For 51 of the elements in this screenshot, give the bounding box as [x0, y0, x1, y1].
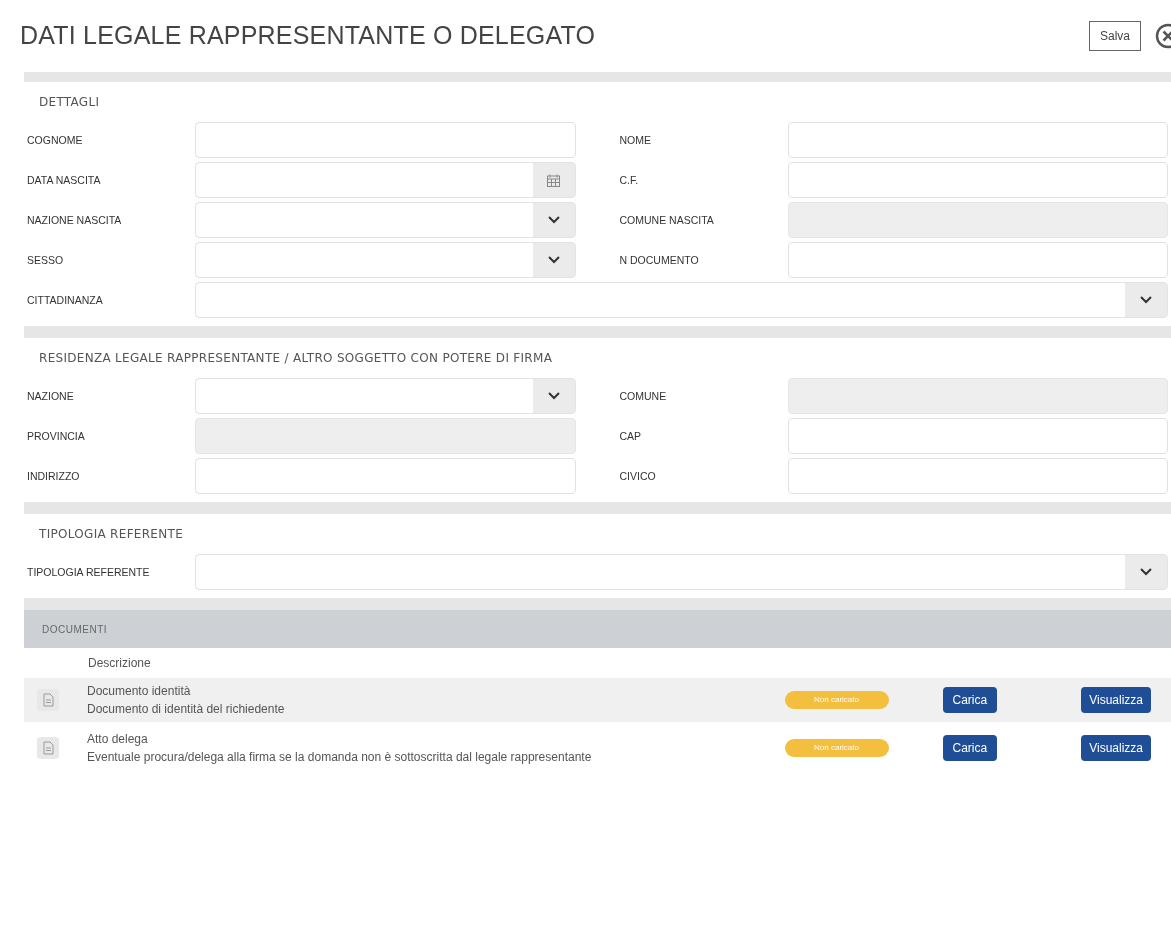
field-label: DATA NASCITA	[27, 172, 102, 188]
field-label: NAZIONE	[27, 388, 75, 404]
field-label: NAZIONE NASCITA	[27, 212, 123, 228]
chevron-down-icon	[1140, 296, 1152, 304]
text-field[interactable]	[195, 458, 576, 494]
page-title: DATI LEGALE RAPPRESENTANTE O DELEGATO	[20, 20, 596, 52]
status-badge: Non caricato	[784, 739, 889, 757]
field-label: C.F.	[619, 172, 640, 188]
chevron-down-icon	[547, 392, 560, 400]
select-field[interactable]	[195, 282, 1168, 318]
status-badge: Non caricato	[784, 691, 889, 709]
text-field[interactable]	[787, 162, 1168, 198]
field-label: N DOCUMENTO	[619, 252, 700, 268]
text-field[interactable]	[195, 122, 576, 158]
field-label: NOME	[619, 132, 652, 148]
section-header: DOCUMENTI	[24, 610, 1171, 648]
select-field[interactable]	[195, 202, 576, 238]
select-field[interactable]	[195, 378, 576, 414]
column-header: Descrizione	[87, 655, 152, 672]
field-label: PROVINCIA	[27, 428, 86, 444]
field-label: CITTADINANZA	[27, 292, 104, 308]
document-icon	[37, 737, 59, 759]
text-field[interactable]	[787, 242, 1168, 278]
text-field[interactable]	[787, 458, 1168, 494]
upload-button[interactable]: Carica	[942, 687, 998, 713]
field-label: CIVICO	[619, 468, 657, 484]
view-button[interactable]: Visualizza	[1081, 687, 1151, 713]
field-label: TIPOLOGIA REFERENTE	[27, 564, 151, 580]
field-label: SESSO	[27, 252, 65, 268]
calendar-icon	[547, 173, 560, 187]
field-label: INDIRIZZO	[27, 468, 81, 484]
document-icon	[37, 689, 59, 711]
field-label: CAP	[619, 428, 643, 444]
view-button[interactable]: Visualizza	[1081, 735, 1151, 761]
field-label: COMUNE	[619, 388, 668, 404]
select-field[interactable]	[195, 554, 1168, 590]
document-description: Eventuale procura/delega alla firma se la domanda non è sottoscritta dal legale rappresentante	[87, 749, 593, 766]
text-field[interactable]	[787, 122, 1168, 158]
text-field[interactable]	[787, 418, 1168, 454]
document-name: Atto delega	[87, 731, 149, 748]
document-description: Documento di identità del richiedente	[87, 701, 286, 718]
document-name: Documento identità	[87, 683, 192, 700]
upload-button[interactable]: Carica	[942, 735, 998, 761]
select-field[interactable]	[195, 242, 576, 278]
date-field[interactable]	[195, 162, 576, 198]
field-label: COMUNE NASCITA	[619, 212, 715, 228]
save-button[interactable]: Salva	[1088, 21, 1141, 51]
chevron-down-icon	[547, 216, 560, 224]
chevron-down-icon	[547, 256, 560, 264]
chevron-down-icon	[1140, 568, 1152, 576]
field-label: COGNOME	[27, 132, 84, 148]
